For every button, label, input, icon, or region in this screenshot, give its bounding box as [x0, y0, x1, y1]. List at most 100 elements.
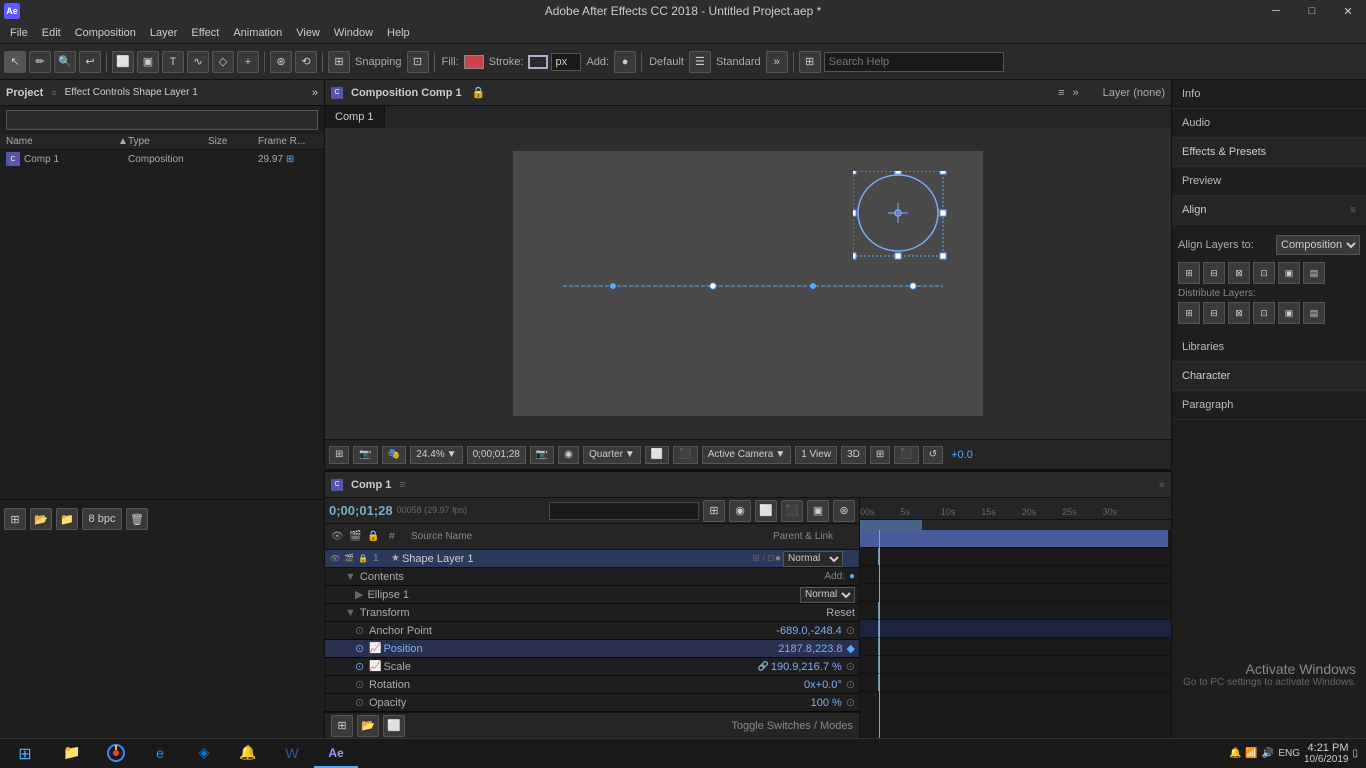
taskbar-app-edge[interactable]: ◈	[182, 739, 226, 768]
camera-tool[interactable]: ⬜	[112, 51, 134, 73]
text-tool[interactable]: T	[162, 51, 184, 73]
new-comp-btn[interactable]: ⊞	[4, 508, 26, 530]
transform-expand[interactable]: ▼	[345, 607, 356, 619]
brush-tool[interactable]: ∿	[187, 51, 209, 73]
color-depth[interactable]: 8 bpc	[82, 508, 122, 530]
taskbar-volume-icon[interactable]: 🔊	[1262, 748, 1274, 759]
ellipse-shape[interactable]	[853, 171, 953, 271]
menu-window[interactable]: Window	[328, 25, 379, 41]
comp-zoom-select[interactable]: 24.4% ▼	[410, 446, 462, 464]
comp-panel-menu[interactable]: ≡	[1058, 87, 1064, 99]
preview-panel-btn[interactable]: Preview	[1172, 167, 1366, 196]
menu-effect[interactable]: Effect	[185, 25, 225, 41]
audio-panel-btn[interactable]: Audio	[1172, 109, 1366, 138]
comp-view-btn[interactable]: 📷	[353, 446, 377, 464]
blend-mode-select[interactable]: Normal	[783, 551, 843, 567]
info-panel-btn[interactable]: Info	[1172, 80, 1366, 109]
anchor-value[interactable]: -689.0,-248.4	[776, 625, 841, 637]
menu-layer[interactable]: Layer	[144, 25, 184, 41]
comp-render-btn[interactable]: ⊞	[870, 446, 890, 464]
snapping-icon[interactable]: ⊞	[328, 51, 350, 73]
menu-edit[interactable]: Edit	[36, 25, 67, 41]
timeline-tool-3[interactable]: ⬜	[755, 500, 777, 522]
timeline-menu[interactable]: ≡	[399, 479, 405, 491]
comp-views-select[interactable]: 1 View	[795, 446, 837, 464]
scale-keyframe[interactable]: ⊙	[846, 660, 855, 673]
timeline-expand[interactable]: »	[1159, 479, 1165, 491]
snapping-toggle[interactable]: ⊡	[407, 51, 429, 73]
menu-view[interactable]: View	[290, 25, 326, 41]
dist-top-btn[interactable]: ⊡	[1253, 302, 1275, 324]
ellipse-blend-select[interactable]: Normal	[800, 587, 855, 603]
dist-bottom-btn[interactable]: ▤	[1303, 302, 1325, 324]
hand-tool[interactable]: ↩	[79, 51, 101, 73]
dist-center-v-btn[interactable]: ▣	[1278, 302, 1300, 324]
minimize-button[interactable]: ─	[1258, 0, 1294, 22]
rotation-keyframe[interactable]: ⊙	[846, 678, 855, 691]
delete-btn[interactable]: 🗑	[126, 508, 148, 530]
menu-file[interactable]: File	[4, 25, 34, 41]
ellipse-expand[interactable]: ▶	[355, 588, 363, 601]
pin-tool[interactable]: ⊛	[270, 51, 292, 73]
taskbar-app-word[interactable]: W	[270, 739, 314, 768]
zoom-tool[interactable]: 🔍	[54, 51, 76, 73]
menu-composition[interactable]: Composition	[69, 25, 142, 41]
timeline-search[interactable]	[549, 502, 699, 520]
toggle-switches-label[interactable]: Toggle Switches / Modes	[731, 720, 853, 732]
pen-tool[interactable]: ✏	[29, 51, 51, 73]
align-menu-icon[interactable]: ≡	[1350, 205, 1356, 216]
timeline-tool-4[interactable]: ⬛	[781, 500, 803, 522]
taskbar-app-chrome[interactable]	[94, 739, 138, 768]
taskbar-app-ae[interactable]: Ae	[314, 739, 358, 768]
tl-guide[interactable]: 📂	[357, 715, 379, 737]
project-item-comp1[interactable]: C Comp 1 Composition 29.97 ⊞	[0, 150, 324, 168]
magnify-btn[interactable]: ⊞	[799, 51, 821, 73]
dist-center-h-btn[interactable]: ⊟	[1203, 302, 1225, 324]
shape-tool[interactable]: ▣	[137, 51, 159, 73]
taskbar-notification-icon[interactable]: 🔔	[1229, 748, 1241, 759]
opacity-value[interactable]: 100 %	[811, 697, 842, 709]
comp-camera-select[interactable]: Active Camera ▼	[702, 446, 791, 464]
layer-row-1[interactable]: 👁 🎬 🔒 1 ★ Shape Layer 1 ⊞ / ⊡ ● Normal	[325, 550, 859, 568]
comp-panel-expand[interactable]: »	[1073, 87, 1079, 99]
timeline-tool-6[interactable]: ⊛	[833, 500, 855, 522]
paragraph-panel-btn[interactable]: Paragraph	[1172, 391, 1366, 420]
comp-time-display[interactable]: 0;00;01;28	[467, 446, 526, 464]
taskbar-show-desktop[interactable]: ▯	[1352, 748, 1358, 759]
workspace-more[interactable]: »	[766, 51, 788, 73]
tl-solid[interactable]: ⬜	[383, 715, 405, 737]
video-btn[interactable]: 🎬	[343, 553, 355, 565]
align-panel-header[interactable]: Align ≡	[1172, 196, 1366, 225]
selection-tool[interactable]: ↖	[4, 51, 26, 73]
add-btn[interactable]: ●	[614, 51, 636, 73]
menu-help[interactable]: Help	[381, 25, 416, 41]
timeline-tool-2[interactable]: ◉	[729, 500, 751, 522]
effects-presets-panel-btn[interactable]: Effects & Presets	[1172, 138, 1366, 167]
rotation-value[interactable]: 0x+0.0°	[804, 679, 842, 691]
tl-new-comp[interactable]: ⊞	[331, 715, 353, 737]
lock-btn[interactable]: 🔒	[357, 553, 369, 565]
align-right-btn[interactable]: ⊠	[1228, 262, 1250, 284]
expand-icon[interactable]: ▼	[345, 571, 356, 583]
libraries-panel-btn[interactable]: Libraries	[1172, 333, 1366, 362]
add-contents-btn[interactable]: ●	[849, 571, 855, 582]
character-panel-btn[interactable]: Character	[1172, 362, 1366, 391]
comp-overlay-btn[interactable]: ⬜	[645, 446, 669, 464]
clone-tool[interactable]: +	[237, 51, 259, 73]
pen-tool-2[interactable]: ◇	[212, 51, 234, 73]
maximize-button[interactable]: □	[1294, 0, 1330, 22]
project-search-input[interactable]	[6, 110, 318, 130]
align-center-h-btn[interactable]: ⊟	[1203, 262, 1225, 284]
shape-tool-2[interactable]: ⟲	[295, 51, 317, 73]
position-value[interactable]: 2187.8,223.8	[778, 643, 842, 655]
comp-resolution-select[interactable]: Quarter ▼	[583, 446, 641, 464]
align-bottom-btn[interactable]: ▤	[1303, 262, 1325, 284]
align-layers-to-select[interactable]: Composition	[1276, 235, 1360, 255]
taskbar-app-explorer[interactable]: 📁	[50, 739, 94, 768]
menu-animation[interactable]: Animation	[227, 25, 288, 41]
stroke-swatch[interactable]	[528, 55, 548, 69]
comp-overlay2-btn[interactable]: ⬛	[673, 446, 697, 464]
taskbar-app-ie[interactable]: e	[138, 739, 182, 768]
search-help-input[interactable]	[824, 52, 1004, 72]
comp-3d-btn[interactable]: 3D	[841, 446, 866, 464]
